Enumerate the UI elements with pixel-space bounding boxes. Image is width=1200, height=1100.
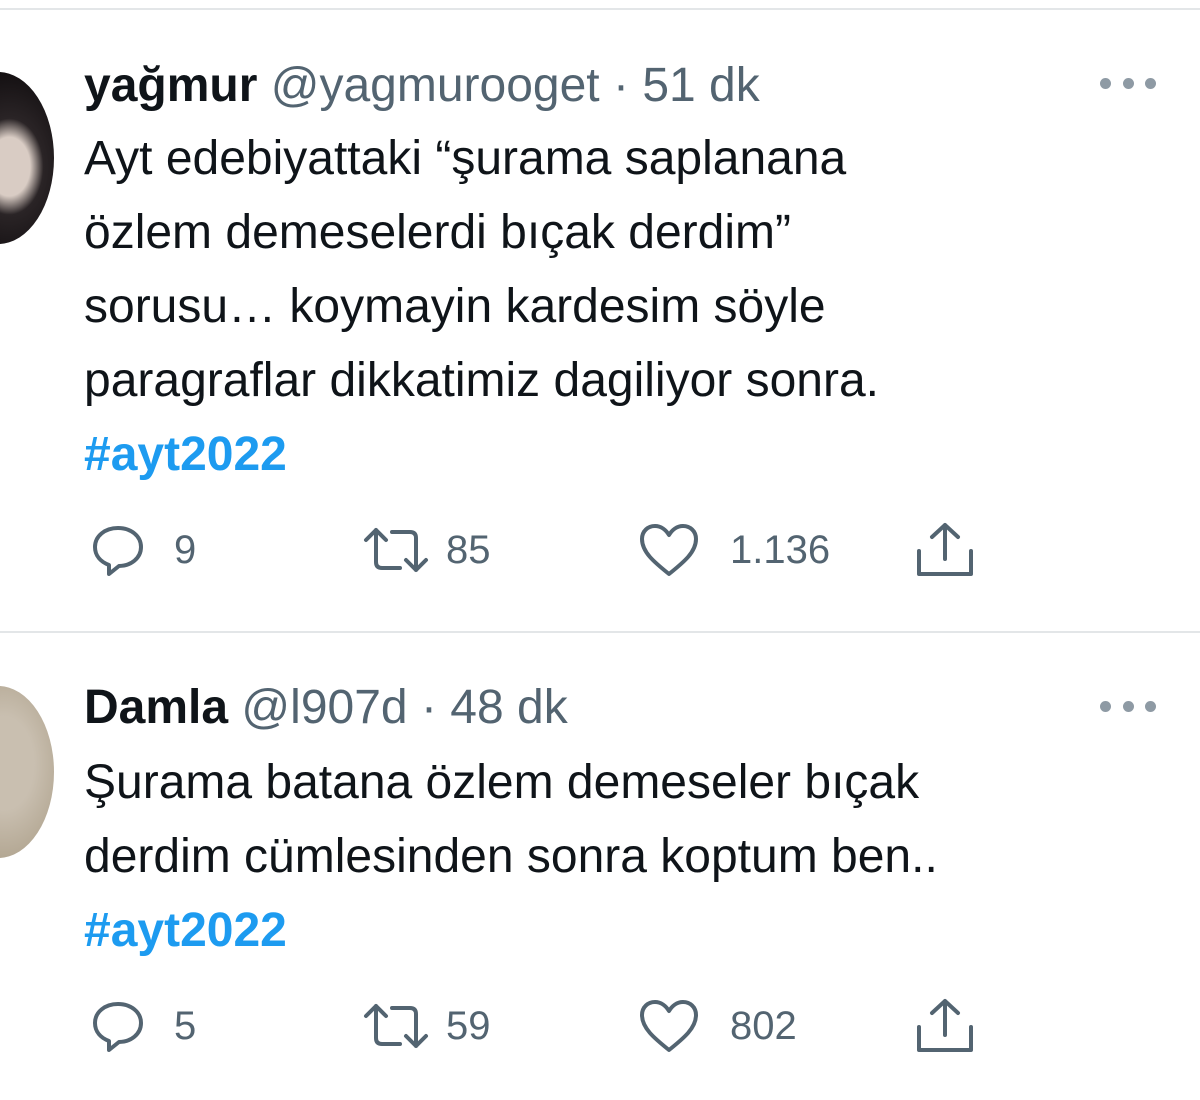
tweet-header: Damla @l907d · 48 dk — [84, 680, 568, 736]
retweet-button[interactable]: 85 — [362, 520, 491, 580]
avatar[interactable] — [0, 72, 54, 244]
retweet-button[interactable]: 59 — [362, 996, 491, 1056]
tweet-text-line: özlem demeselerdi bıçak derdim” — [84, 206, 791, 259]
more-dots-icon — [1145, 77, 1156, 89]
more-dots-icon — [1100, 77, 1111, 89]
tweet-text-line: derdim cümlesinden sonra koptum ben.. — [84, 830, 938, 883]
reply-bubble-icon — [93, 1002, 143, 1052]
tweet-text-line: paragraflar dikkatimiz dagiliyor sonra. — [84, 354, 879, 407]
top-divider — [0, 8, 1200, 10]
hashtag-link[interactable]: #ayt2022 — [84, 418, 1164, 492]
hashtag-link[interactable]: #ayt2022 — [84, 894, 1164, 968]
tweet-divider — [0, 631, 1200, 633]
reply-button[interactable]: 5 — [90, 996, 196, 1056]
tweet-text: Ayt edebiyattaki “şurama saplanana özlem… — [84, 122, 1164, 492]
more-options-button[interactable] — [1100, 75, 1156, 91]
like-button[interactable]: 802 — [638, 996, 797, 1056]
timestamp[interactable]: 51 dk — [642, 59, 759, 112]
tweet-text-line: Şurama batana özlem demeseler bıçak — [84, 756, 920, 809]
retweet-count: 59 — [446, 1004, 491, 1048]
more-dots-icon — [1100, 700, 1111, 712]
user-handle[interactable]: @l907d — [241, 681, 407, 734]
more-dots-icon — [1122, 700, 1134, 712]
share-button[interactable] — [914, 520, 976, 580]
separator-dot: · — [420, 681, 437, 734]
tweet-text-line: Ayt edebiyattaki “şurama saplanana — [84, 132, 847, 185]
reply-count: 9 — [174, 528, 197, 572]
reply-bubble-icon — [93, 526, 143, 576]
share-upload-icon — [917, 523, 973, 576]
retweet-icon — [364, 528, 428, 572]
tweet-text: Şurama batana özlem demeseler bıçak derd… — [84, 746, 1164, 968]
tweet-header: yağmur @yagmurooget · 51 dk — [84, 58, 760, 114]
tweet-text-line: sorusu… koymayin kardesim söyle — [84, 280, 826, 333]
user-handle[interactable]: @yagmurooget — [271, 59, 600, 112]
like-count: 802 — [730, 1004, 797, 1048]
more-dots-icon — [1145, 700, 1156, 712]
more-dots-icon — [1122, 77, 1134, 89]
retweet-count: 85 — [446, 528, 491, 572]
retweet-icon — [364, 1004, 428, 1048]
heart-icon — [640, 524, 698, 576]
display-name[interactable]: Damla — [84, 681, 228, 734]
timestamp[interactable]: 48 dk — [450, 681, 567, 734]
reply-count: 5 — [174, 1004, 197, 1048]
tweet-actions: 5 59 802 — [84, 996, 1084, 1056]
avatar[interactable] — [0, 686, 54, 858]
separator-dot: · — [612, 59, 629, 112]
tweet-actions: 9 85 1.136 — [84, 520, 1084, 580]
like-count: 1.136 — [730, 528, 831, 572]
share-button[interactable] — [914, 996, 976, 1056]
like-button[interactable]: 1.136 — [638, 520, 830, 580]
more-options-button[interactable] — [1100, 698, 1156, 714]
reply-button[interactable]: 9 — [90, 520, 196, 580]
share-upload-icon — [917, 999, 973, 1052]
heart-icon — [640, 1000, 698, 1052]
display-name[interactable]: yağmur — [84, 59, 257, 112]
